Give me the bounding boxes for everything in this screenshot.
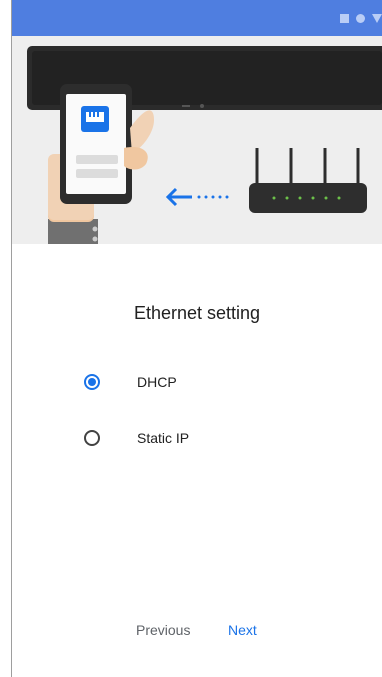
- square-icon: [340, 14, 349, 23]
- hero-illustration: [12, 36, 382, 244]
- previous-button[interactable]: Previous: [136, 622, 190, 638]
- router-icon: [249, 148, 367, 213]
- ethernet-illustration: [27, 46, 382, 244]
- page-title: Ethernet setting: [133, 303, 261, 323]
- circle-icon: [356, 14, 365, 23]
- status-bar: [12, 0, 382, 36]
- option-dhcp[interactable]: DHCP: [80, 370, 177, 394]
- triangle-icon: [372, 14, 382, 23]
- next-button[interactable]: Next: [228, 622, 257, 638]
- static-ip-radio[interactable]: [84, 430, 100, 446]
- status-icons: [340, 14, 382, 23]
- arrow-left-icon: [165, 187, 229, 207]
- phone-with-ethernet-icon: [60, 84, 132, 204]
- static-ip-label: Static IP: [137, 430, 190, 446]
- dhcp-label: DHCP: [137, 374, 177, 390]
- dhcp-radio[interactable]: [84, 374, 100, 390]
- option-static-ip[interactable]: Static IP: [80, 426, 189, 450]
